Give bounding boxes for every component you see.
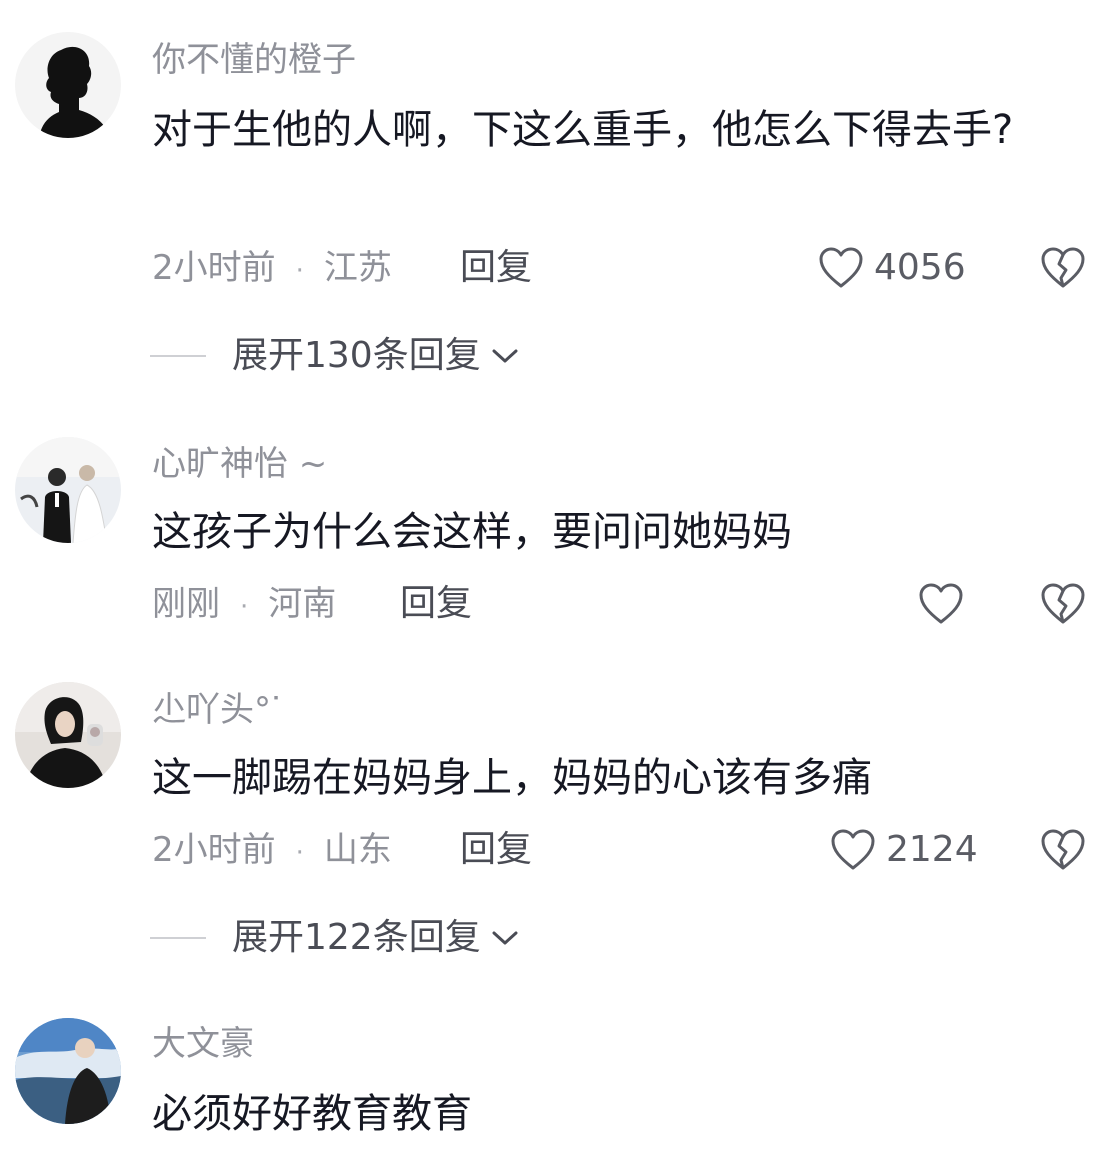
comment-text: 这一脚踢在妈妈身上，妈妈的心该有多痛 xyxy=(152,755,872,801)
dislike-button[interactable] xyxy=(1040,828,1086,872)
timestamp: 2小时前 xyxy=(152,830,276,870)
username[interactable]: 尐吖头°ᐝ xyxy=(152,690,280,730)
avatar[interactable] xyxy=(15,437,121,543)
comment-text: 这孩子为什么会这样，要问问她妈妈 xyxy=(152,509,792,555)
location: 山东 xyxy=(323,830,392,870)
silhouette-avatar-icon xyxy=(15,32,121,138)
heart-outline-icon xyxy=(919,583,963,624)
dislike-button[interactable] xyxy=(1040,582,1086,626)
divider-line xyxy=(150,355,206,357)
username[interactable]: 心旷神怡 ~ xyxy=(152,444,327,484)
comment-meta: 2小时前 · 山东 xyxy=(152,830,392,873)
comment-meta: 刚刚 · 河南 xyxy=(152,584,336,627)
separator-dot: · xyxy=(295,838,304,868)
expand-replies-button[interactable]: 展开122条回复 xyxy=(150,918,519,958)
like-count: 2124 xyxy=(886,829,978,870)
comment-text: 必须好好教育教育 xyxy=(152,1091,472,1137)
avatar[interactable] xyxy=(15,682,121,788)
couple-photo-avatar-icon xyxy=(15,437,121,543)
timestamp: 2小时前 xyxy=(152,248,276,288)
heart-outline-icon xyxy=(819,247,863,288)
reply-button[interactable]: 回复 xyxy=(460,830,532,870)
divider-line xyxy=(150,937,206,939)
broken-heart-icon xyxy=(1041,583,1085,624)
expand-replies-label: 展开130条回复 xyxy=(232,335,481,376)
like-count: 4056 xyxy=(874,247,966,288)
location: 江苏 xyxy=(323,248,392,288)
timestamp: 刚刚 xyxy=(152,584,220,624)
separator-dot: · xyxy=(240,592,249,622)
expand-replies-button[interactable]: 展开130条回复 xyxy=(150,336,519,376)
broken-heart-icon xyxy=(1041,247,1085,288)
broken-heart-icon xyxy=(1041,829,1085,870)
separator-dot: · xyxy=(295,256,304,286)
like-button[interactable]: 4056 xyxy=(818,246,966,290)
heart-outline-icon xyxy=(831,829,875,870)
sky-photo-avatar-icon xyxy=(15,1018,121,1124)
comment-meta: 2小时前 · 江苏 xyxy=(152,248,392,291)
chevron-down-icon xyxy=(492,349,518,363)
avatar[interactable] xyxy=(15,1018,121,1124)
username[interactable]: 你不懂的橙子 xyxy=(152,40,356,80)
reply-button[interactable]: 回复 xyxy=(400,584,472,624)
like-button[interactable] xyxy=(918,582,974,626)
chevron-down-icon xyxy=(492,931,518,945)
girl-photo-avatar-icon xyxy=(15,682,121,788)
like-button[interactable]: 2124 xyxy=(830,828,978,872)
avatar[interactable] xyxy=(15,32,121,138)
location: 河南 xyxy=(268,584,337,624)
comment-text: 对于生他的人啊，下这么重手，他怎么下得去手? xyxy=(152,107,1014,153)
dislike-button[interactable] xyxy=(1040,246,1086,290)
username[interactable]: 大文豪 xyxy=(152,1024,254,1064)
reply-button[interactable]: 回复 xyxy=(460,248,532,288)
expand-replies-label: 展开122条回复 xyxy=(232,917,481,958)
